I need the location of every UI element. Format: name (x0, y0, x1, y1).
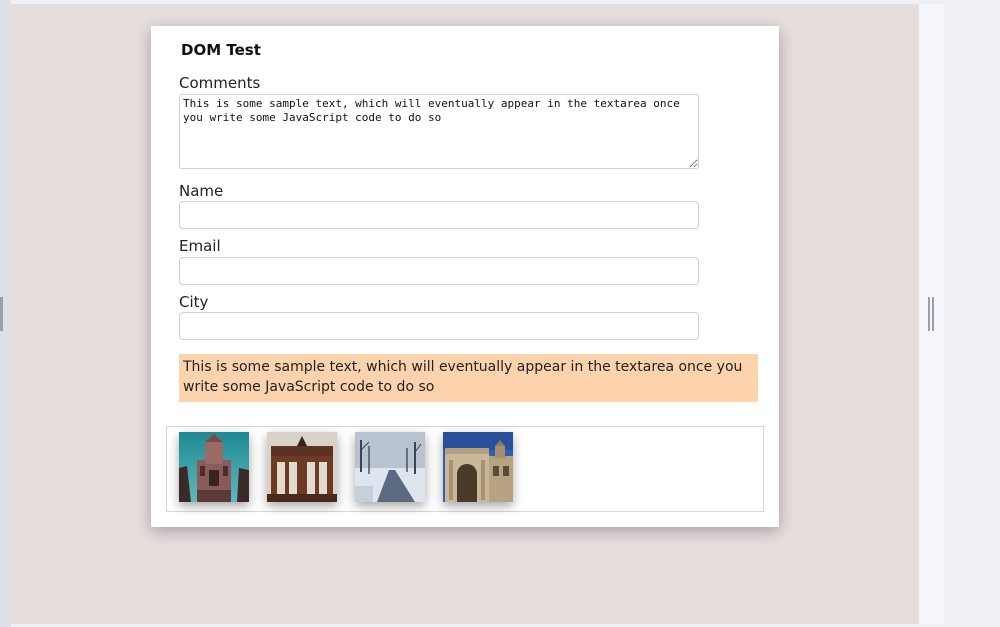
left-resize-handle[interactable] (0, 297, 3, 331)
city-gate-image (267, 432, 337, 502)
email-input[interactable] (179, 257, 699, 285)
name-label: Name (179, 182, 224, 200)
triumphal-arch-image (443, 432, 513, 502)
form-card: DOM Test Comments This is some sample te… (151, 26, 779, 527)
right-resize-handle[interactable] (928, 297, 934, 331)
snowy-path-image (355, 432, 425, 502)
city-input[interactable] (179, 312, 699, 340)
gallery-thumb-city-gate[interactable] (267, 432, 337, 502)
church-tower-image (179, 432, 249, 502)
name-input[interactable] (179, 201, 699, 229)
gallery-thumb-snowy-path[interactable] (355, 432, 425, 502)
page-title: DOM Test (181, 41, 261, 59)
gallery-thumb-church-tower[interactable] (179, 432, 249, 502)
email-label: Email (179, 237, 221, 255)
city-label: City (179, 293, 209, 311)
output-text-box: This is some sample text, which will eve… (179, 354, 758, 402)
gallery-thumb-triumphal-arch[interactable] (443, 432, 513, 502)
image-gallery (166, 426, 764, 512)
comments-label: Comments (179, 74, 261, 92)
comments-textarea[interactable]: This is some sample text, which will eve… (179, 94, 699, 169)
